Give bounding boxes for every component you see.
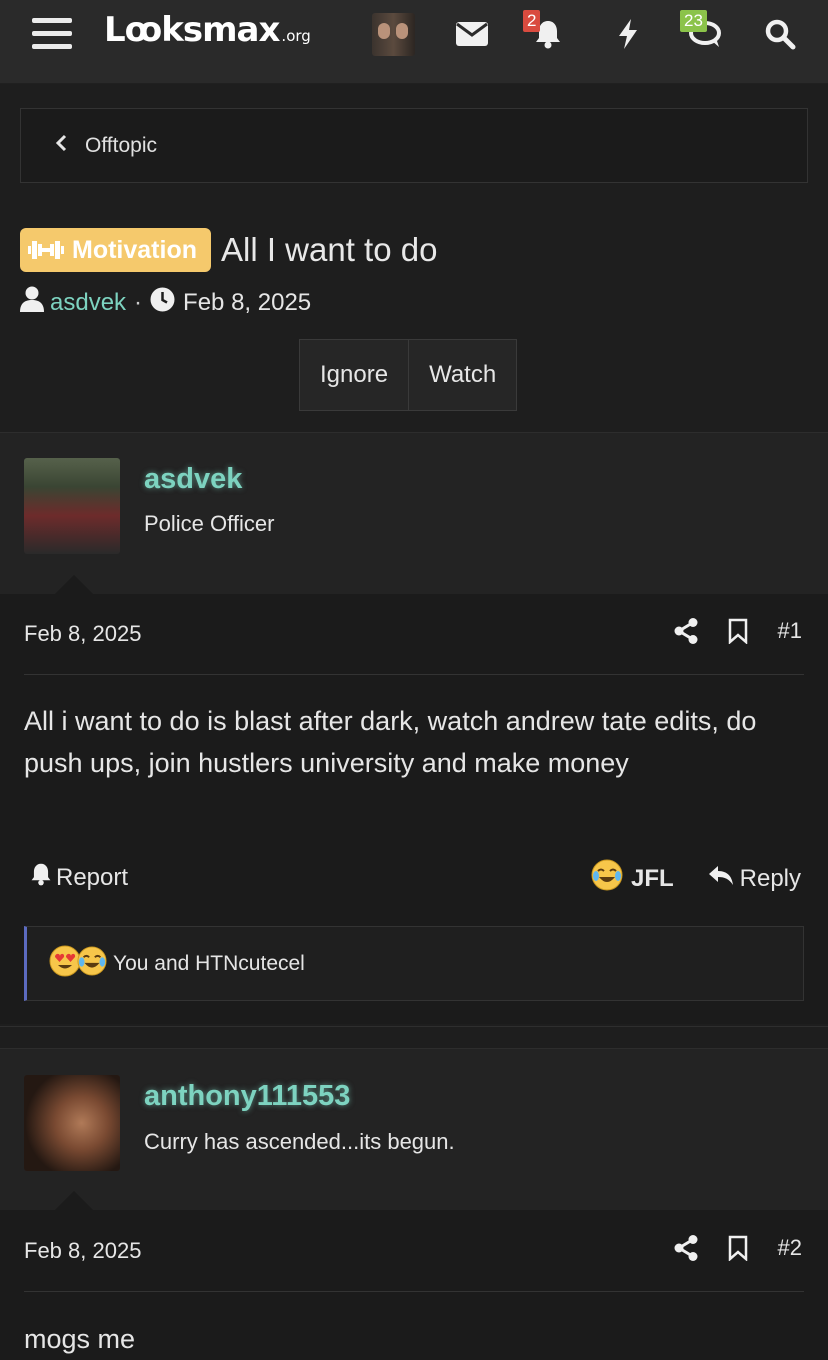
user-title: Police Officer: [144, 511, 275, 536]
message-pointer-arrow: [54, 1191, 94, 1211]
thread-prefix-label[interactable]: Motivation: [20, 228, 211, 272]
report-link[interactable]: Report: [30, 862, 128, 893]
site-logo[interactable]: Lꝏksmax .org: [104, 10, 311, 60]
post-message: All i want to do is blast after dark, wa…: [24, 706, 757, 778]
account-avatar[interactable]: [372, 13, 415, 56]
bookmark-icon[interactable]: [728, 618, 748, 644]
post-date[interactable]: Feb 8, 2025: [24, 621, 141, 647]
reactions-summary-text: You and HTNcutecel: [113, 951, 305, 975]
post-actions: JFL Reply: [591, 859, 801, 898]
reaction-button[interactable]: JFL: [591, 859, 674, 898]
post-2-body: Feb 8, 2025 #2 mogs me: [0, 1210, 828, 1360]
thread-author-link[interactable]: asdvek: [50, 289, 126, 317]
post-1-body: Feb 8, 2025 #1 All i want to do is blast…: [0, 594, 828, 1024]
meta-separator: ·: [134, 288, 143, 316]
thread-title: All I want to do: [221, 231, 438, 268]
menu-icon[interactable]: [32, 18, 72, 52]
watch-button[interactable]: Watch: [408, 340, 517, 410]
post-1-user-block: asdvek Police Officer: [0, 432, 828, 595]
crying-laughing-emoji-icon: [77, 945, 107, 982]
bookmark-icon[interactable]: [728, 1235, 748, 1261]
share-icon[interactable]: [674, 1235, 698, 1261]
reply-arrow-icon: [708, 864, 734, 893]
whats-new-bolt-icon[interactable]: [608, 14, 648, 54]
top-navigation-bar: Lꝏksmax .org 2 23: [0, 0, 828, 84]
ignore-button[interactable]: Ignore: [300, 340, 409, 410]
crying-laughing-emoji-icon: [591, 859, 623, 898]
post-message: mogs me: [24, 1324, 136, 1354]
post-username[interactable]: asdvek: [144, 463, 242, 496]
user-icon: [20, 286, 44, 319]
logo-tld: .org: [281, 27, 311, 45]
inbox-envelope-icon[interactable]: [452, 14, 492, 54]
search-icon[interactable]: [760, 14, 800, 54]
alerts-count-badge: 2: [523, 10, 541, 32]
thread-start-date[interactable]: Feb 8, 2025: [183, 289, 311, 317]
post-tools: #1: [644, 618, 802, 644]
post-2-user-block: anthony111553 Curry has ascended...its b…: [0, 1048, 828, 1211]
user-title: Curry has ascended...its begun.: [144, 1129, 455, 1154]
thread-meta: asdvek · Feb 8, 2025: [20, 286, 311, 319]
post-separator: [0, 1026, 828, 1046]
post-number[interactable]: #1: [778, 618, 802, 644]
post-username[interactable]: anthony111553: [144, 1080, 350, 1113]
share-icon[interactable]: [674, 618, 698, 644]
conversations-count-badge: 23: [680, 10, 707, 32]
logo-text: Lꝏksmax: [104, 10, 280, 50]
breadcrumb-forum-link[interactable]: Offtopic: [85, 134, 157, 158]
avatar[interactable]: [24, 1075, 120, 1171]
post-date[interactable]: Feb 8, 2025: [24, 1238, 141, 1264]
post-tools: #2: [644, 1235, 802, 1261]
thread-action-buttons: Ignore Watch: [299, 339, 518, 411]
divider: [24, 1291, 804, 1292]
report-label: Report: [56, 863, 129, 891]
prefix-text: Motivation: [72, 235, 197, 264]
clock-icon: [150, 287, 175, 319]
reply-button[interactable]: Reply: [708, 864, 801, 893]
divider: [24, 674, 804, 675]
breadcrumb[interactable]: Offtopic: [20, 108, 808, 183]
message-pointer-arrow: [54, 575, 94, 595]
chevron-left-icon: [55, 134, 67, 157]
thread-title-row: Motivation All I want to do: [20, 228, 437, 272]
reactions-summary-bar[interactable]: You and HTNcutecel: [24, 926, 804, 1001]
avatar[interactable]: [24, 458, 120, 554]
post-number[interactable]: #2: [778, 1235, 802, 1261]
reply-label: Reply: [739, 864, 801, 892]
dumbbell-icon: [28, 241, 64, 259]
reaction-label: JFL: [630, 864, 674, 892]
bell-icon: [30, 862, 52, 893]
